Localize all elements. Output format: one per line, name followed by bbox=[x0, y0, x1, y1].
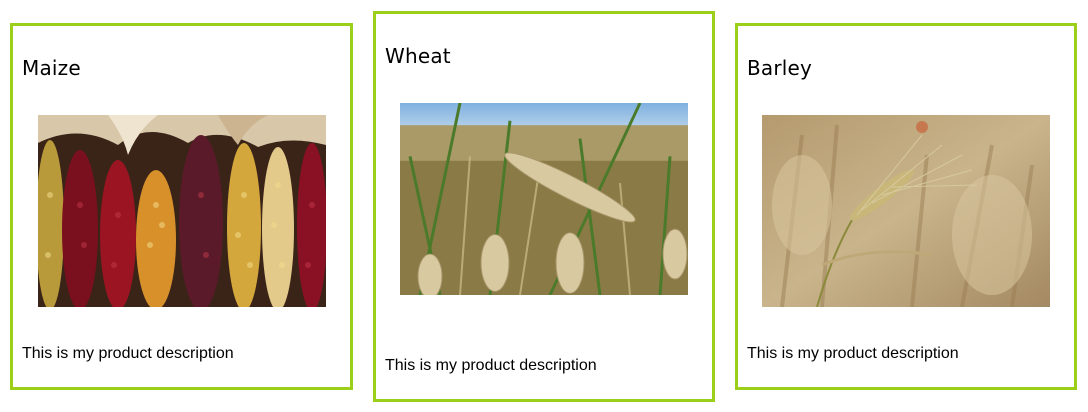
product-description: This is my product description bbox=[22, 345, 234, 362]
wheat-image bbox=[400, 103, 688, 295]
product-description: This is my product description bbox=[747, 345, 959, 362]
product-card-barley: Barley This is my product description bbox=[735, 23, 1077, 390]
product-description: This is my product description bbox=[385, 357, 597, 374]
product-title: Wheat bbox=[385, 44, 451, 68]
product-title: Barley bbox=[747, 56, 813, 80]
product-title: Maize bbox=[22, 56, 81, 80]
product-card-wheat: Wheat This is my product description bbox=[373, 11, 715, 402]
maize-image bbox=[38, 115, 326, 307]
product-card-maize: Maize This is my product description bbox=[10, 23, 353, 390]
barley-image bbox=[762, 115, 1050, 307]
